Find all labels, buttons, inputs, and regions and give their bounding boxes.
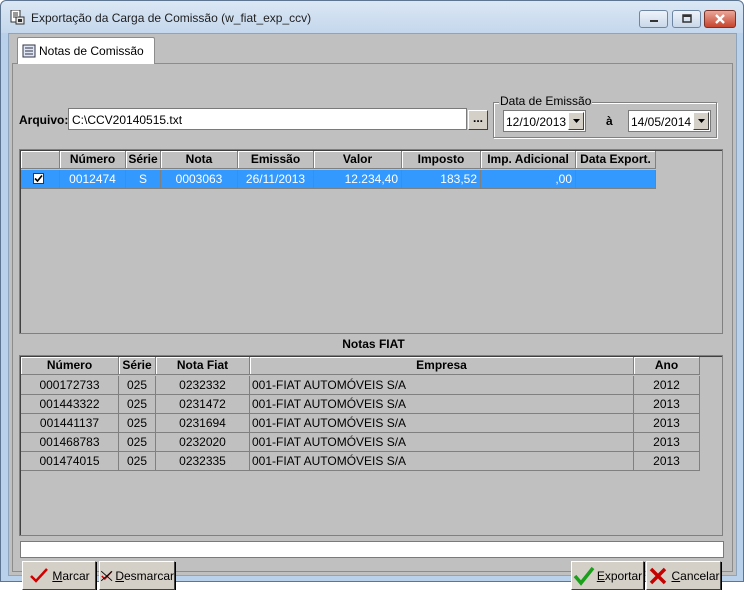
- column-header-nota-fiat[interactable]: Nota Fiat: [156, 357, 250, 375]
- cell-numero: 0012474: [60, 170, 126, 189]
- date-separator: à: [606, 114, 613, 128]
- minimize-icon: [649, 20, 658, 22]
- row-select-cell[interactable]: [21, 170, 60, 189]
- cell-numero: 001443322: [21, 395, 119, 414]
- minimize-button[interactable]: [639, 10, 668, 28]
- date-from-field[interactable]: 12/10/2013: [503, 110, 586, 132]
- column-header-numero[interactable]: Número: [21, 357, 119, 375]
- cell-ano: 2013: [634, 433, 700, 452]
- list-icon: [22, 44, 36, 58]
- checkmark-icon: [34, 174, 43, 183]
- tab-label: Notas de Comissão: [39, 44, 144, 58]
- cell-empresa: 001-FIAT AUTOMÓVEIS S/A: [250, 452, 634, 471]
- date-to-field[interactable]: 14/05/2014: [628, 110, 711, 132]
- marcar-button[interactable]: Marcar: [22, 561, 96, 590]
- tab-notas-de-comissao[interactable]: Notas de Comissão: [17, 37, 155, 64]
- column-header-ano[interactable]: Ano: [634, 357, 700, 375]
- cell-serie: 025: [119, 376, 156, 395]
- cell-nota-fiat: 0231472: [156, 395, 250, 414]
- green-check-icon: [573, 566, 595, 586]
- notas-fiat-grid[interactable]: Número Série Nota Fiat Empresa Ano 00017…: [19, 355, 723, 536]
- column-header-imp-adicional[interactable]: Imp. Adicional: [481, 151, 576, 169]
- arquivo-field[interactable]: C:\CCV20140515.txt: [68, 108, 467, 130]
- date-from-dropdown-button[interactable]: [568, 112, 584, 130]
- row-checkbox[interactable]: [33, 173, 44, 184]
- cell-ano: 2013: [634, 452, 700, 471]
- browse-button[interactable]: ...: [468, 110, 488, 130]
- app-icon: [10, 10, 25, 25]
- tab-panel: Arquivo: C:\CCV20140515.txt ... Data de …: [12, 63, 733, 590]
- cell-numero: 001468783: [21, 433, 119, 452]
- close-button[interactable]: [704, 10, 736, 28]
- status-bar: [20, 541, 724, 558]
- cell-serie: 025: [119, 395, 156, 414]
- maximize-icon: [681, 14, 692, 23]
- exportar-label: Exportar: [596, 568, 643, 583]
- desmarcar-label: Desmarcar: [115, 568, 174, 583]
- cell-serie: 025: [119, 452, 156, 471]
- maximize-button[interactable]: [672, 10, 701, 28]
- red-x-icon: [650, 567, 667, 584]
- cell-nota-fiat: 0232020: [156, 433, 250, 452]
- client-area: Notas de Comissão Arquivo: C:\CCV2014051…: [8, 33, 737, 590]
- cell-valor: 12.234,40: [314, 170, 402, 189]
- date-to-value: 14/05/2014: [631, 115, 692, 129]
- cell-serie: 025: [119, 433, 156, 452]
- cell-nota-fiat: 0232332: [156, 376, 250, 395]
- cell-nota-fiat: 0231694: [156, 414, 250, 433]
- column-header-select: [21, 151, 60, 169]
- marcar-label: Marcar: [52, 568, 90, 583]
- cancelar-button[interactable]: Cancelar: [646, 561, 721, 590]
- cell-ano: 2013: [634, 395, 700, 414]
- column-header-numero[interactable]: Número: [60, 151, 126, 169]
- window-title: Exportação da Carga de Comissão (w_fiat_…: [31, 11, 312, 25]
- chevron-down-icon: [572, 119, 580, 123]
- cell-ano: 2013: [634, 414, 700, 433]
- cell-empresa: 001-FIAT AUTOMÓVEIS S/A: [250, 414, 634, 433]
- main-window: Exportação da Carga de Comissão (w_fiat_…: [0, 0, 744, 590]
- cell-emissao: 26/11/2013: [238, 170, 314, 189]
- data-emissao-title: Data de Emissão: [499, 94, 593, 108]
- column-header-imposto[interactable]: Imposto: [402, 151, 481, 169]
- title-bar[interactable]: Exportação da Carga de Comissão (w_fiat_…: [1, 1, 743, 33]
- cell-data-export: [576, 170, 656, 189]
- cell-empresa: 001-FIAT AUTOMÓVEIS S/A: [250, 395, 634, 414]
- column-header-nota[interactable]: Nota: [161, 151, 238, 169]
- cell-numero: 001474015: [21, 452, 119, 471]
- cell-empresa: 001-FIAT AUTOMÓVEIS S/A: [250, 433, 634, 452]
- column-header-valor[interactable]: Valor: [314, 151, 402, 169]
- cell-numero: 000172733: [21, 376, 119, 395]
- cell-nota-fiat: 0232335: [156, 452, 250, 471]
- uncheck-icon: [100, 570, 113, 581]
- cell-ano: 2012: [634, 376, 700, 395]
- cell-empresa: 001-FIAT AUTOMÓVEIS S/A: [250, 376, 634, 395]
- cell-imp-adicional: ,00: [481, 170, 576, 189]
- notas-fiat-title: Notas FIAT: [342, 337, 405, 351]
- date-to-dropdown-button[interactable]: [693, 112, 709, 130]
- cell-imposto: 183,52: [402, 170, 481, 189]
- close-icon: [715, 14, 725, 24]
- desmarcar-button[interactable]: Desmarcar: [99, 561, 175, 590]
- date-from-value: 12/10/2013: [506, 115, 567, 129]
- column-header-data-export[interactable]: Data Export.: [576, 151, 656, 169]
- cell-numero: 001441137: [21, 414, 119, 433]
- cell-serie: S: [126, 170, 161, 189]
- checkmark-icon: [30, 567, 49, 583]
- column-header-serie[interactable]: Série: [126, 151, 161, 169]
- column-header-serie[interactable]: Série: [119, 357, 156, 375]
- column-header-emissao[interactable]: Emissão: [238, 151, 314, 169]
- cancelar-label: Cancelar: [671, 568, 720, 583]
- chevron-down-icon: [697, 119, 705, 123]
- column-header-empresa[interactable]: Empresa: [250, 357, 634, 375]
- notas-comissao-grid[interactable]: Número Série Nota Emissão Valor Imposto …: [19, 149, 723, 334]
- cell-serie: 025: [119, 414, 156, 433]
- exportar-button[interactable]: Exportar: [571, 561, 644, 590]
- cell-nota: 0003063: [161, 170, 238, 189]
- arquivo-label: Arquivo:: [19, 113, 69, 127]
